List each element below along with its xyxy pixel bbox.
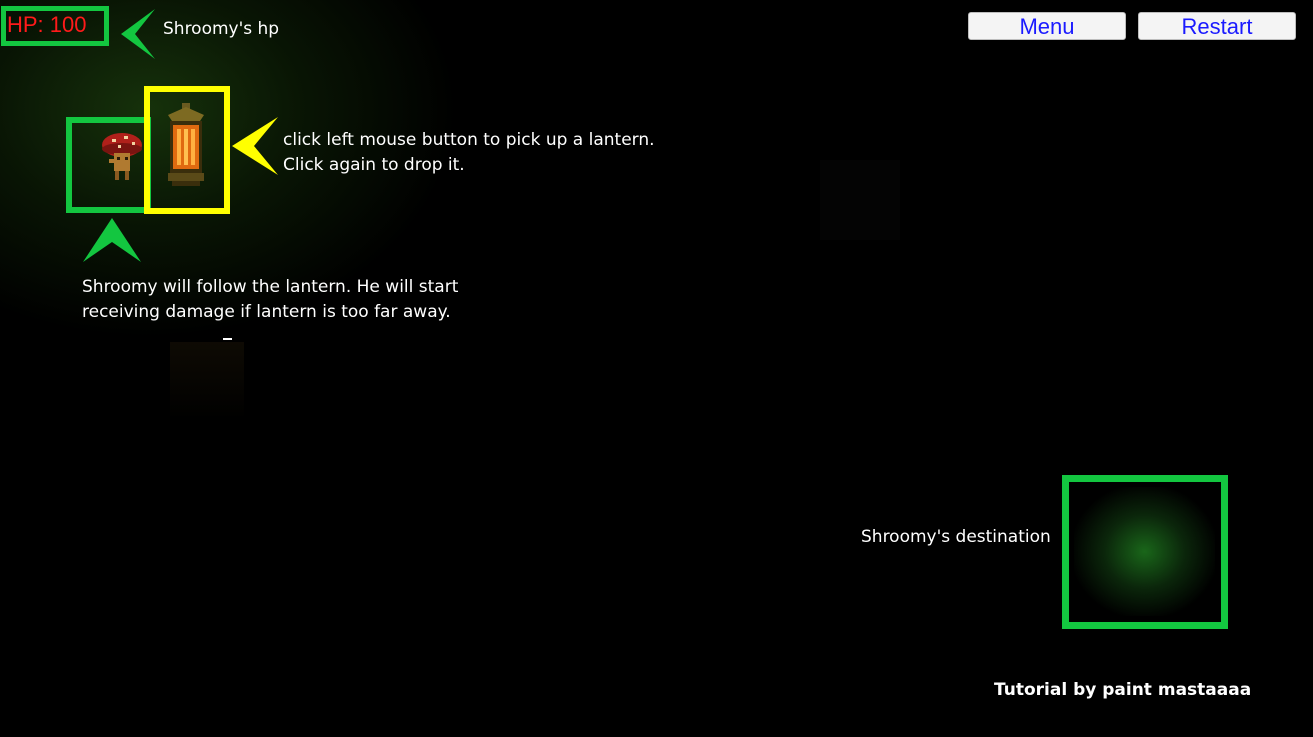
restart-button[interactable]: Restart bbox=[1138, 12, 1296, 40]
cursor-marker bbox=[223, 338, 232, 340]
hp-label: HP: 100 bbox=[7, 12, 87, 37]
mushroom-character-icon[interactable] bbox=[98, 131, 144, 187]
tutorial-credit: Tutorial by paint mastaaaa bbox=[994, 680, 1252, 700]
lantern-icon[interactable] bbox=[160, 101, 212, 189]
player-instruction-line1: Shroomy will follow the lantern. He will… bbox=[82, 277, 459, 297]
background-tile bbox=[170, 342, 244, 420]
background-tile bbox=[820, 160, 900, 240]
player-instruction-line2: receiving damage if lantern is too far a… bbox=[82, 302, 451, 322]
destination-highlight-frame bbox=[1062, 475, 1228, 629]
lantern-instruction-line1: click left mouse button to pick up a lan… bbox=[283, 130, 655, 150]
player-arrow-icon bbox=[83, 218, 141, 262]
hp-arrow-icon bbox=[121, 9, 155, 59]
destination-annotation: Shroomy's destination bbox=[861, 527, 1051, 547]
menu-button[interactable]: Menu bbox=[968, 12, 1126, 40]
lantern-instruction-line2: Click again to drop it. bbox=[283, 155, 465, 175]
hp-annotation: Shroomy's hp bbox=[163, 19, 280, 39]
lantern-arrow-icon bbox=[232, 117, 278, 175]
